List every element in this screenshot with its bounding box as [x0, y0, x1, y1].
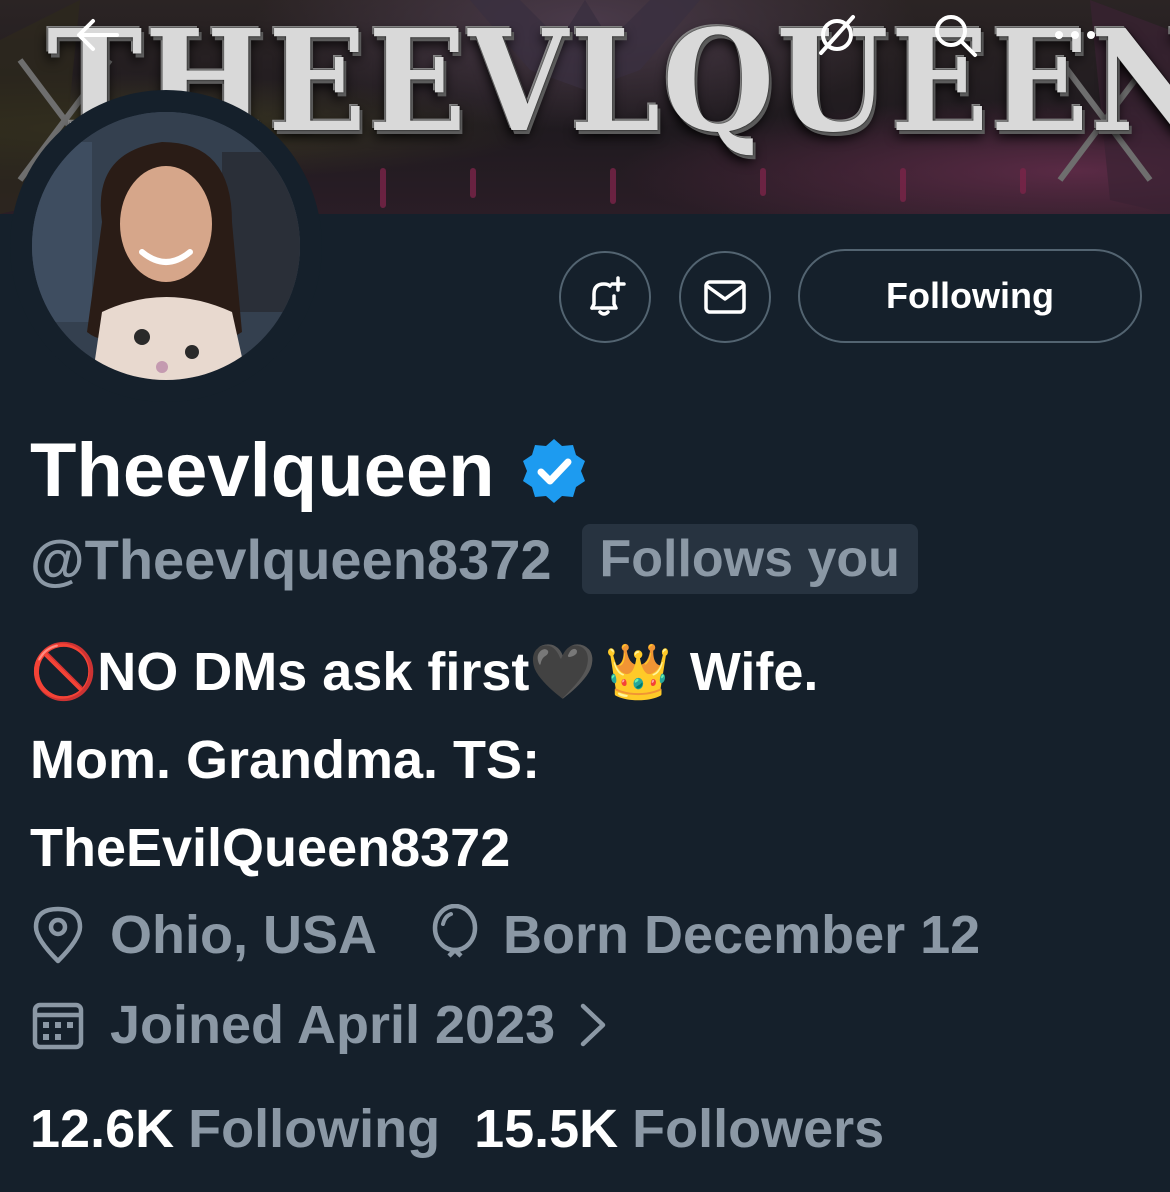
- following-stat[interactable]: 12.6K Following: [30, 1098, 440, 1160]
- grok-button[interactable]: [802, 4, 872, 66]
- no-entry-emoji: 🚫: [30, 642, 98, 702]
- crown-emoji: 👑: [604, 642, 672, 702]
- handle-row: @Theevlqueen8372 Follows you: [30, 522, 918, 596]
- bio-text: Wife.: [689, 642, 819, 702]
- search-button[interactable]: [920, 4, 990, 66]
- back-button[interactable]: [62, 4, 132, 66]
- follows-you-badge: Follows you: [581, 524, 918, 594]
- bio-line-2: Mom. Grandma. TS:: [30, 730, 541, 790]
- calendar-icon: [32, 1002, 84, 1050]
- joined-text: Joined April 2023: [110, 995, 556, 1055]
- birthday-text: Born December 12: [503, 905, 981, 965]
- followers-count: 15.5K: [474, 1099, 619, 1159]
- birthday: Born December 12: [427, 904, 980, 966]
- handle: @Theevlqueen8372: [30, 527, 552, 591]
- message-button[interactable]: [679, 251, 771, 343]
- avatar-photo: [32, 112, 300, 380]
- display-name-row: Theevlqueen: [30, 426, 589, 516]
- following-count: 12.6K: [30, 1099, 175, 1159]
- back-arrow-icon: [77, 19, 119, 51]
- more-icon: [1055, 31, 1095, 39]
- bell-plus-icon: [590, 276, 626, 316]
- joined-row[interactable]: Joined April 2023: [30, 988, 611, 1062]
- avatar[interactable]: [32, 112, 300, 380]
- following-button[interactable]: Following: [798, 249, 1142, 343]
- grok-icon: [819, 15, 855, 55]
- location: Ohio, USA: [30, 904, 377, 966]
- display-name: Theevlqueen: [30, 428, 495, 513]
- bio-line-3: TheEvilQueen8372: [30, 818, 511, 878]
- meta-row-1: Ohio, USA Born December 12: [30, 898, 980, 972]
- location-pin-icon: [33, 906, 83, 964]
- followers-stat[interactable]: 15.5K Followers: [474, 1098, 884, 1160]
- black-heart-emoji: 🖤: [529, 642, 597, 702]
- bio: 🚫 NO DMs ask first 🖤 👑 Wife. Mom. Grandm…: [30, 628, 1150, 892]
- bio-line-1: 🚫 NO DMs ask first 🖤 👑 Wife.: [30, 628, 1150, 716]
- search-icon: [935, 15, 977, 57]
- chevron-right-icon: [580, 1003, 606, 1047]
- balloon-icon: [432, 904, 478, 958]
- verified-badge-icon[interactable]: [519, 436, 589, 506]
- notifications-button[interactable]: [559, 251, 651, 343]
- more-button[interactable]: [1040, 4, 1110, 66]
- followers-label: Followers: [632, 1099, 885, 1159]
- follow-stats: 12.6K Following 15.5K Followers: [30, 1098, 884, 1160]
- following-label: Following: [188, 1099, 441, 1159]
- location-text: Ohio, USA: [110, 905, 377, 965]
- envelope-icon: [704, 280, 746, 314]
- bio-text: NO DMs ask first: [97, 642, 530, 702]
